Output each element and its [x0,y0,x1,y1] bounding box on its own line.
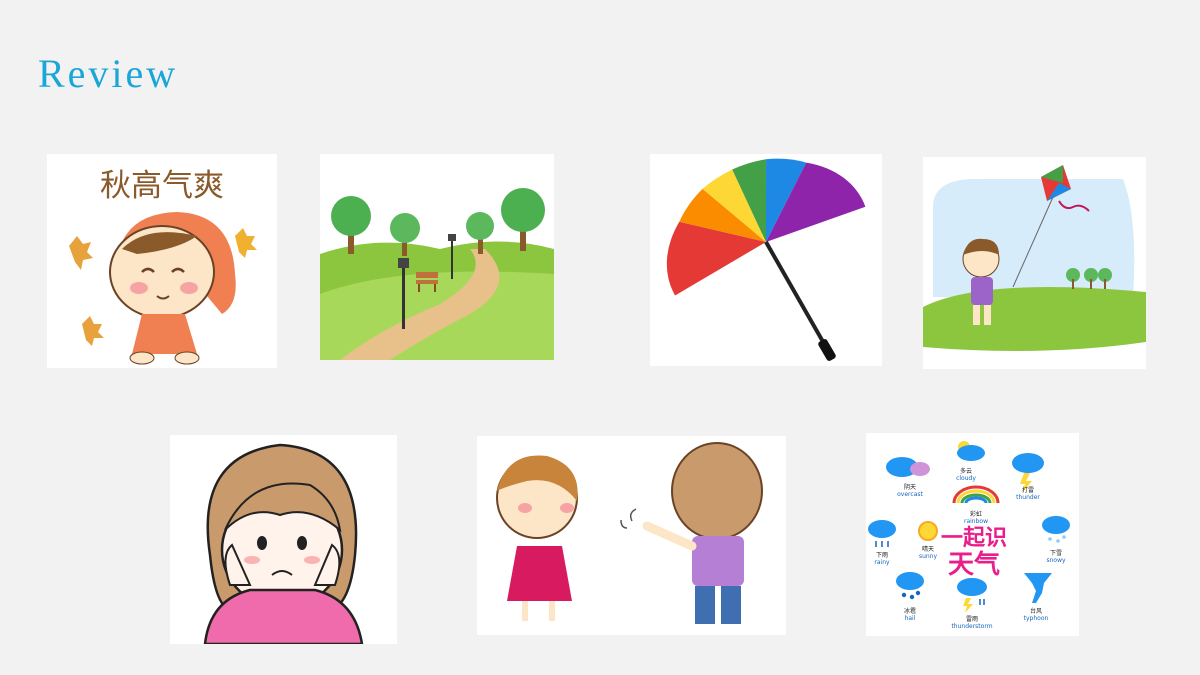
slide-title: Review [38,51,179,96]
weather-label-zh: 阴天 [904,483,916,491]
weather-label-zh: 下雪 [1050,550,1062,557]
weather-chart-image: 一起识 天气 多云 cloudy 阴天 overcast 打雷 thunder … [866,433,1079,636]
weather-label-zh: 冰雹 [904,607,916,615]
autumn-caption: 秋高气爽 [100,168,224,204]
snow-cloud-icon [1042,516,1070,543]
weather-label-en: hail [905,615,916,622]
cloud-sun-icon [957,441,985,461]
weather-center-line2: 天气 [948,549,1000,580]
rain-cloud-icon [868,520,896,547]
weather-label-zh: 多云 [960,467,972,475]
leaf-icon [82,316,104,346]
waving-children-image [477,436,786,635]
leaf-icon [69,236,93,270]
worried-girl-image [170,435,397,644]
kite-girl-image [923,157,1146,369]
leaf-icon [235,228,257,258]
storm-cloud-icon [957,578,987,613]
weather-label-en: cloudy [956,475,976,482]
hail-cloud-icon [896,572,924,600]
weather-label-zh: 雷雨 [966,616,978,623]
weather-center-line1: 一起识 [941,526,1007,551]
sun-icon [918,521,938,541]
weather-label-en: thunder [1016,494,1040,501]
weather-label-zh: 下雨 [876,552,888,559]
weather-label-en: overcast [897,491,923,498]
weather-label-en: snowy [1046,557,1066,564]
tornado-icon [1024,573,1052,603]
weather-label-zh: 打雷 [1022,486,1034,494]
autumn-girl-image: 秋高气爽 [47,154,277,368]
weather-label-en: rainy [874,559,890,566]
weather-label-en: typhoon [1024,615,1049,622]
cloud-face-icon [886,457,930,477]
weather-label-zh: 晴天 [922,545,934,553]
weather-label-zh: 彩虹 [970,510,982,518]
park-path-image [320,154,554,360]
weather-label-en: sunny [919,553,938,560]
weather-label-en: rainbow [964,518,988,525]
weather-label-en: thunderstorm [951,623,992,630]
rainbow-icon [952,485,1000,504]
weather-label-zh: 台风 [1030,607,1042,615]
rainbow-umbrella-image [650,154,882,366]
